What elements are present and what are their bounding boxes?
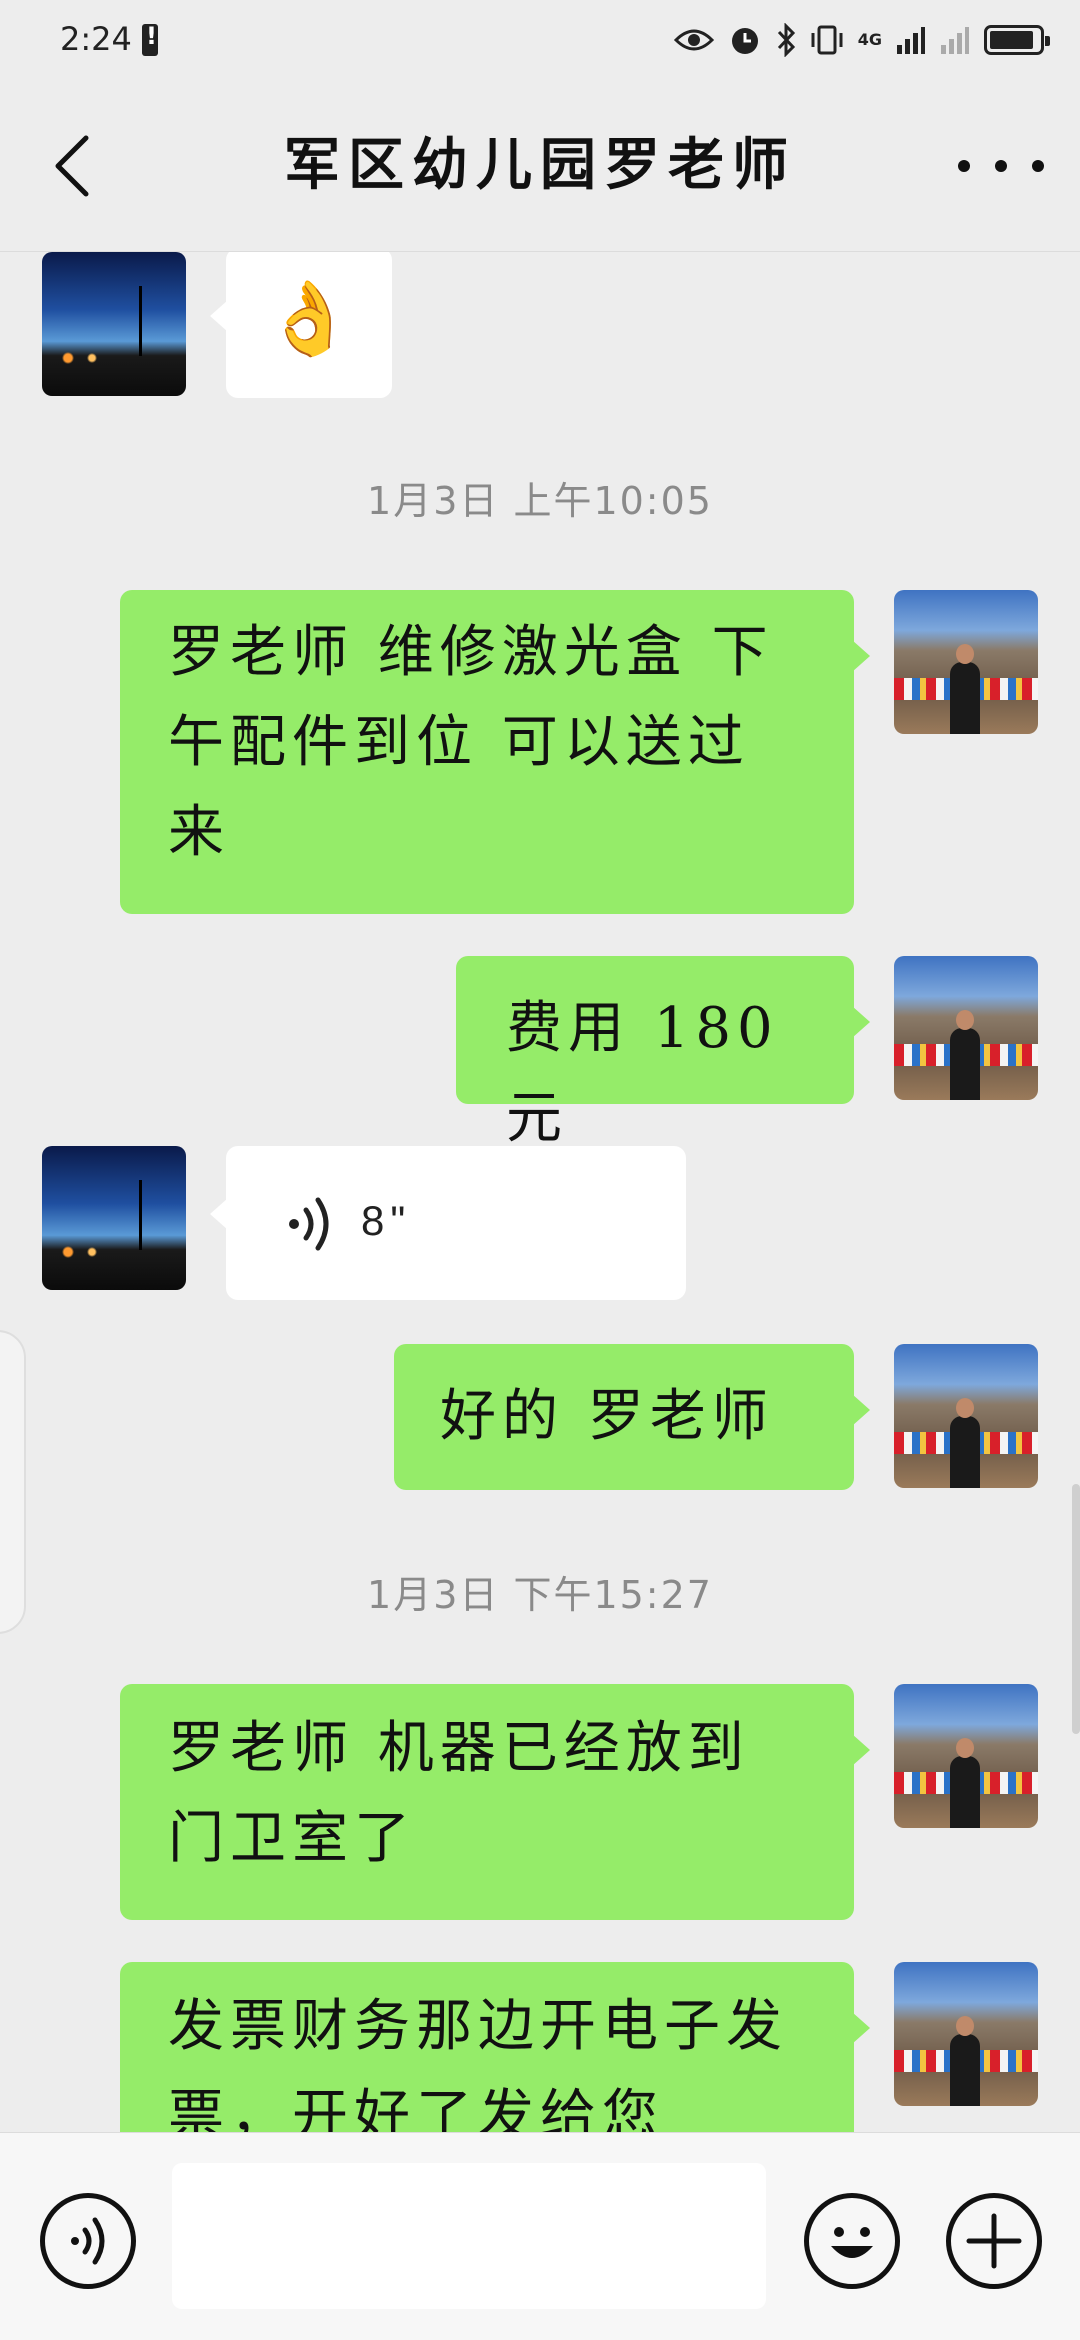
plus-icon (966, 2213, 1022, 2269)
side-drawer-handle[interactable] (0, 1330, 26, 1634)
message-bubble-emoji[interactable]: 👌 (210, 252, 392, 398)
vibrate-icon (811, 25, 843, 55)
emoji-button[interactable] (804, 2193, 900, 2289)
status-bar: 2:24 4G (0, 0, 1080, 84)
message-line: 费用 180 元 (506, 996, 779, 1151)
battery-icon (984, 25, 1050, 55)
message-bubble-sent[interactable]: 罗老师 维修激光盒 下 午配件到位 可以送过 来 (120, 590, 870, 914)
more-options-button[interactable] (958, 136, 1044, 196)
message-line: 票，开好了发给您 (168, 2084, 664, 2132)
chevron-left-icon (55, 135, 89, 197)
message-bubble-sent[interactable]: 费用 180 元 (456, 956, 870, 1151)
back-button[interactable] (40, 126, 104, 206)
message-input[interactable] (172, 2163, 766, 2309)
message-bubble-sent[interactable]: 好的 罗老师 (394, 1344, 870, 1490)
message-line: 好的 罗老师 (440, 1384, 774, 1449)
message-line: 罗老师 维修激光盒 下 (168, 620, 774, 685)
battery-alert-icon (142, 22, 158, 56)
emoji-icon (831, 2227, 873, 2258)
contact-avatar[interactable] (42, 1146, 186, 1290)
status-icons: 4G (673, 18, 1050, 62)
network-type-label: 4G (857, 30, 882, 49)
scrollbar[interactable] (1072, 1484, 1080, 1734)
timestamp: 1月3日 上午10:05 (367, 479, 713, 523)
signal-icon (897, 27, 925, 54)
message-line: 午配件到位 可以送过 (168, 710, 750, 775)
message-bubble-sent[interactable]: 发票财务那边开电子发 票，开好了发给您 (120, 1962, 870, 2132)
bluetooth-icon (777, 23, 795, 57)
message-line: 来 (168, 800, 230, 865)
voice-wave-icon (289, 1197, 329, 1251)
more-functions-button[interactable] (946, 2193, 1042, 2289)
my-avatar[interactable] (894, 1344, 1038, 1488)
my-avatar[interactable] (894, 1684, 1038, 1828)
status-time: 2:24 (60, 20, 132, 58)
message-line: 门卫室了 (168, 1806, 416, 1871)
voice-message-bubble[interactable]: 8" (210, 1146, 686, 1300)
chat-title: 军区幼儿园罗老师 (284, 133, 796, 198)
chat-messages[interactable]: 👌 1月3日 上午10:05 罗老师 维修激光盒 下 午配件到位 可以送过 来 … (0, 252, 1080, 2132)
message-line: 发票财务那边开电子发 (168, 1994, 788, 2059)
ok-hand-emoji: 👌 (264, 276, 354, 360)
more-dots-icon (958, 160, 970, 172)
signal-weak-icon (941, 27, 969, 54)
message-line: 罗老师 机器已经放到 (168, 1716, 750, 1781)
chat-header: 军区幼儿园罗老师 (0, 84, 1080, 252)
my-avatar[interactable] (894, 590, 1038, 734)
my-avatar[interactable] (894, 956, 1038, 1100)
contact-avatar[interactable] (42, 252, 186, 396)
input-bar (0, 2132, 1080, 2340)
eye-icon (673, 29, 714, 51)
message-bubble-sent[interactable]: 罗老师 机器已经放到 门卫室了 (120, 1684, 870, 1920)
voice-duration: 8" (361, 1197, 412, 1244)
alarm-icon (731, 28, 758, 54)
my-avatar[interactable] (894, 1962, 1038, 2106)
voice-input-button[interactable] (40, 2193, 136, 2289)
timestamp: 1月3日 下午15:27 (367, 1573, 713, 1617)
voice-input-icon (71, 2217, 105, 2265)
